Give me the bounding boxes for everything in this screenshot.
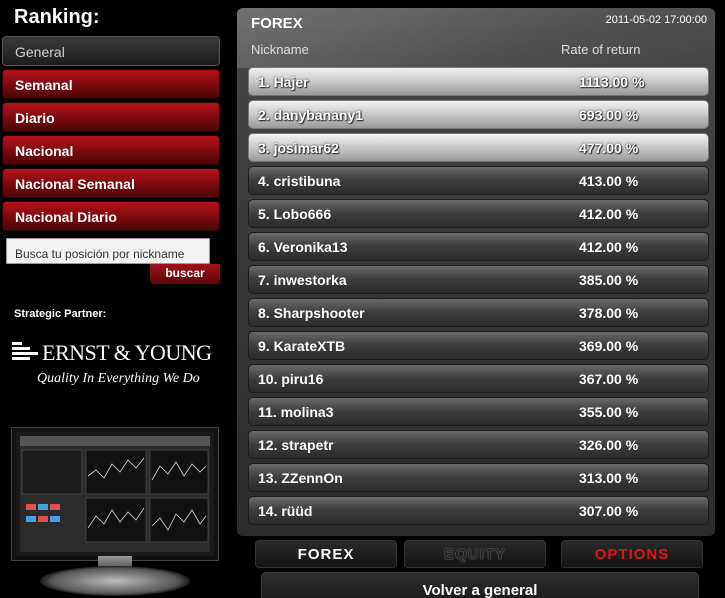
sidebar: Ranking: General Semanal Diario Nacional… — [0, 0, 232, 598]
row-nickname: 12. strapetr — [258, 437, 334, 453]
nav-nacional[interactable]: Nacional — [2, 135, 220, 165]
tab-options[interactable]: OPTIONS — [561, 540, 703, 568]
tab-equity[interactable]: EQUITY — [404, 540, 546, 568]
search-button[interactable]: buscar — [150, 264, 220, 284]
row-rate: 413.00 % — [579, 173, 639, 189]
ranking-row[interactable]: 3. josimar62 477.00 % — [248, 133, 709, 162]
ranking-row[interactable]: 5. Lobo666 412.00 % — [248, 199, 709, 228]
ranking-row[interactable]: 10. piru16 367.00 % — [248, 364, 709, 393]
row-rate: 412.00 % — [579, 239, 639, 255]
ranking-row[interactable]: 7. inwestorka 385.00 % — [248, 265, 709, 294]
row-nickname: 5. Lobo666 — [258, 206, 332, 222]
ranking-row[interactable]: 8. Sharpshooter 378.00 % — [248, 298, 709, 327]
row-nickname: 7. inwestorka — [258, 272, 347, 288]
trading-charts-illustration — [20, 436, 210, 543]
ranking-row[interactable]: 1. Hajer 1113.00 % — [248, 67, 709, 96]
ranking-row[interactable]: 4. cristibuna 413.00 % — [248, 166, 709, 195]
row-rate: 355.00 % — [579, 404, 639, 420]
row-nickname: 4. cristibuna — [258, 173, 341, 189]
partner-name: ERNST & YOUNG — [42, 340, 212, 365]
nav-semanal[interactable]: Semanal — [2, 69, 220, 99]
row-nickname: 9. KarateXTB — [258, 338, 346, 354]
row-nickname: 10. piru16 — [258, 371, 324, 387]
partner-tagline: Quality In Everything We Do — [37, 371, 200, 386]
panel-title: FOREX — [251, 15, 303, 32]
ranking-row[interactable]: 11. molina3 355.00 % — [248, 397, 709, 426]
row-rate: 369.00 % — [579, 338, 639, 354]
row-rate: 412.00 % — [579, 206, 639, 222]
row-nickname: 14. rüüd — [258, 503, 313, 519]
ranking-timestamp: 2011-05-02 17:00:00 — [605, 14, 707, 26]
row-rate: 385.00 % — [579, 272, 639, 288]
ranking-row[interactable]: 6. Veronika13 412.00 % — [248, 232, 709, 261]
back-to-general-button[interactable]: Volver a general — [261, 572, 699, 598]
row-nickname: 2. danybanany1 — [258, 107, 364, 123]
ranking-row[interactable]: 9. KarateXTB 369.00 % — [248, 331, 709, 360]
row-nickname: 6. Veronika13 — [258, 239, 348, 255]
row-rate: 1113.00 % — [579, 74, 645, 90]
ranking-title: Ranking: — [14, 6, 100, 28]
ranking-row[interactable]: 12. strapetr 326.00 % — [248, 430, 709, 459]
row-rate: 307.00 % — [579, 503, 639, 519]
column-header-nickname: Nickname — [251, 42, 309, 57]
strategic-partner-label: Strategic Partner: — [14, 308, 107, 320]
ranking-panel: FOREX 2011-05-02 17:00:00 Nickname Rate … — [237, 8, 715, 536]
row-nickname: 13. ZZennOn — [258, 470, 343, 486]
row-nickname: 1. Hajer — [258, 74, 309, 90]
row-rate: 367.00 % — [579, 371, 639, 387]
nav-general[interactable]: General — [2, 36, 220, 66]
ey-bars-icon — [12, 342, 38, 366]
monitor-screen — [12, 428, 218, 560]
row-nickname: 3. josimar62 — [258, 140, 339, 156]
ranking-row[interactable]: 14. rüüd 307.00 % — [248, 496, 709, 525]
column-header-rate: Rate of return — [561, 42, 641, 57]
row-nickname: 11. molina3 — [258, 404, 334, 420]
monitor-stand — [40, 566, 190, 596]
row-rate: 693.00 % — [579, 107, 639, 123]
tab-forex[interactable]: FOREX — [255, 540, 397, 568]
ernst-young-logo: ERNST & YOUNG Quality In Everything We D… — [12, 338, 222, 390]
nav-diario[interactable]: Diario — [2, 102, 220, 132]
row-rate: 326.00 % — [579, 437, 639, 453]
nickname-search-input[interactable]: Busca tu posición por nickname — [6, 238, 210, 264]
nav-nacional-diario[interactable]: Nacional Diario — [2, 201, 220, 231]
row-nickname: 8. Sharpshooter — [258, 305, 365, 321]
row-rate: 378.00 % — [579, 305, 639, 321]
nav-nacional-semanal[interactable]: Nacional Semanal — [2, 168, 220, 198]
row-rate: 477.00 % — [579, 140, 639, 156]
trading-platform-monitor-image — [12, 428, 218, 598]
ranking-row[interactable]: 2. danybanany1 693.00 % — [248, 100, 709, 129]
ranking-row[interactable]: 13. ZZennOn 313.00 % — [248, 463, 709, 492]
row-rate: 313.00 % — [579, 470, 639, 486]
